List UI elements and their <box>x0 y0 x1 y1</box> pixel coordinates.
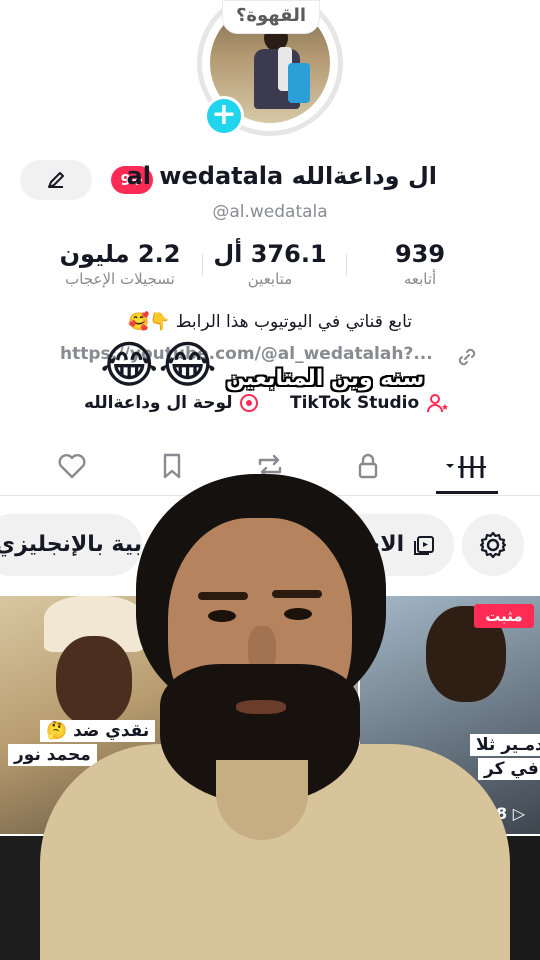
studio-user-icon <box>427 394 449 413</box>
tiktok-studio-label: TikTok Studio <box>290 393 420 413</box>
tiktok-studio-link[interactable]: TikTok Studio <box>290 392 449 414</box>
link-icon <box>458 348 476 366</box>
display-name: ال وداعةالله al wedatala <box>126 162 437 190</box>
stat-divider <box>202 254 203 276</box>
likes-count: 2.2 مليون <box>59 240 181 268</box>
followers-stat[interactable]: 376.1 أل متابعين <box>205 240 335 288</box>
edit-profile-button[interactable] <box>20 160 92 200</box>
profile-header: القهوة؟ + <box>0 0 540 140</box>
avatar-note-bubble[interactable]: القهوة؟ <box>222 0 320 34</box>
following-count: 939 <box>394 240 446 268</box>
likes-label: تسجيلات الإعجاب <box>65 270 175 288</box>
video-caption-overlay: سنه وين المتابعين <box>226 366 425 391</box>
following-label: أتابعه <box>403 270 437 288</box>
creator-tools: لوحة ال وداعةالله TikTok Studio <box>0 392 540 422</box>
username: @al.wedatala <box>212 202 328 222</box>
following-stat[interactable]: 939 أتابعه <box>370 240 470 288</box>
profile-stats: 2.2 مليون تسجيلات الإعجاب 376.1 أل متابع… <box>0 240 540 296</box>
name-row: 9+ ال وداعةالله al wedatala <box>0 160 540 204</box>
overlay-person <box>40 474 510 960</box>
bio-text: تابع قناتي في اليوتيوب هذا الرابط 👇🥰 <box>127 312 413 332</box>
followers-count: 376.1 أل <box>213 240 327 268</box>
dashboard-icon <box>240 394 259 412</box>
pencil-icon <box>48 172 64 188</box>
stat-divider <box>346 254 347 276</box>
laughing-emojis-overlay: 😂😂 <box>100 336 217 394</box>
likes-stat[interactable]: 2.2 مليون تسجيلات الإعجاب <box>40 240 200 288</box>
followers-label: متابعين <box>247 270 293 288</box>
dashboard-label: لوحة ال وداعةالله <box>84 393 233 413</box>
add-story-button[interactable]: + <box>204 96 244 136</box>
play-icon: ▷ <box>512 804 526 823</box>
dashboard-link[interactable]: لوحة ال وداعةالله <box>84 392 260 414</box>
